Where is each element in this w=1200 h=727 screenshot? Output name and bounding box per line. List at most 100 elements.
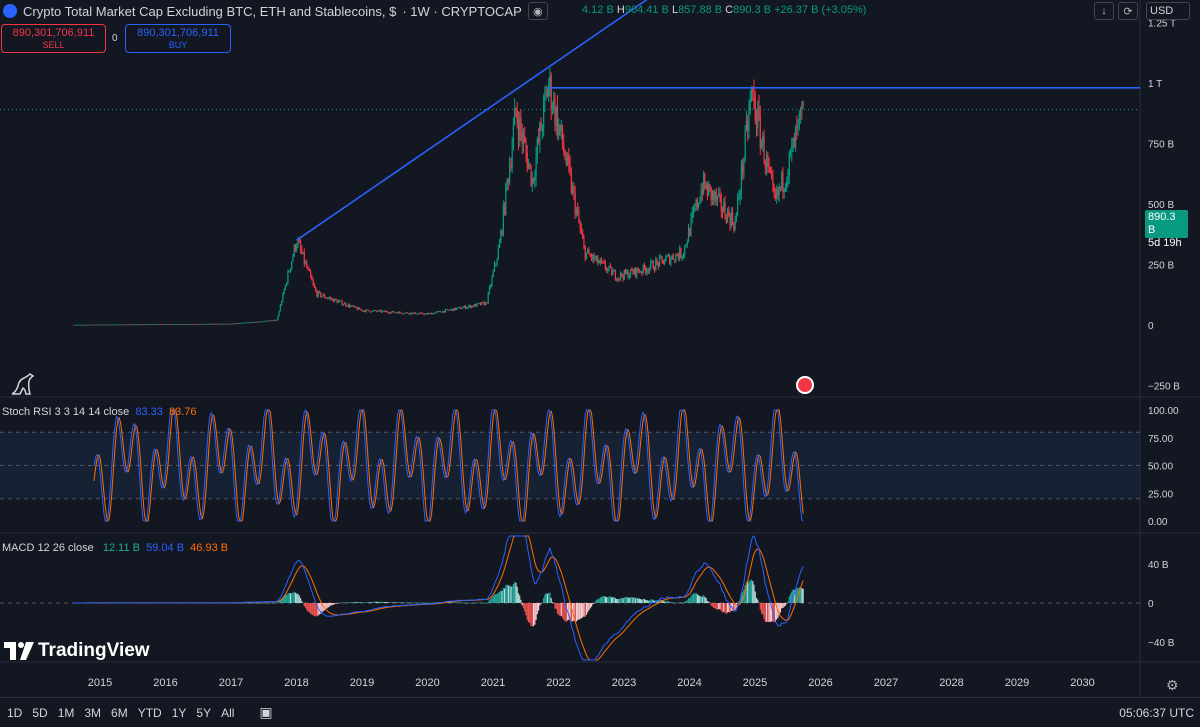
- candle-body: [525, 142, 527, 153]
- candle-body: [273, 320, 275, 321]
- candle-body: [404, 312, 406, 314]
- candle-body: [744, 129, 746, 159]
- candle-body: [506, 180, 508, 184]
- range-all[interactable]: All: [216, 706, 239, 720]
- candle-body: [160, 324, 162, 325]
- sell-button[interactable]: 890,301,706,911 SELL: [1, 24, 106, 53]
- range-1d[interactable]: 1D: [2, 706, 27, 720]
- refresh-icon[interactable]: ⟳: [1118, 2, 1138, 20]
- macd-histogram-bar: [372, 601, 375, 603]
- macd-histogram-bar: [641, 599, 643, 603]
- range-5d[interactable]: 5D: [27, 706, 52, 720]
- us-flag-icon[interactable]: [796, 376, 814, 394]
- macd-histogram-bar: [379, 601, 381, 603]
- calendar-range-icon[interactable]: ▣: [259, 704, 272, 721]
- candle-body: [478, 303, 480, 304]
- candle-body: [393, 311, 395, 313]
- candle-body: [351, 305, 353, 307]
- utc-clock[interactable]: 05:06:37 UTC: [1119, 706, 1194, 720]
- candle-body: [692, 209, 695, 214]
- candle-body: [632, 271, 634, 274]
- macd-tick-label: 0: [1148, 599, 1154, 610]
- macd-histogram-bar: [399, 602, 401, 603]
- y-tick-label: 1.25 T: [1148, 19, 1176, 30]
- candle-body: [113, 324, 115, 326]
- buy-button[interactable]: 890,301,706,911 BUY: [125, 24, 231, 53]
- range-3m[interactable]: 3M: [79, 706, 106, 720]
- candle-body: [366, 309, 368, 311]
- macd-histogram-bar: [417, 602, 419, 604]
- macd-histogram-bar: [361, 602, 363, 604]
- candle-body: [307, 267, 309, 269]
- macd-histogram-bar: [304, 603, 307, 609]
- macd-legend[interactable]: MACD 12 26 close 12.11 B 59.04 B 46.93 B: [2, 542, 228, 554]
- macd-histogram-bar: [332, 603, 334, 605]
- x-tick-label: 2025: [743, 677, 767, 689]
- macd-histogram-bar: [700, 595, 702, 603]
- candle-body: [765, 155, 768, 168]
- candle-body: [413, 312, 415, 314]
- candle-body: [328, 297, 331, 299]
- candle-body: [369, 310, 371, 312]
- symbol-title[interactable]: Crypto Total Market Cap Excluding BTC, E…: [23, 4, 396, 19]
- chart-canvas[interactable]: 1.25 T1 T750 B500 B250 B0−250 B100.0075.…: [0, 0, 1200, 727]
- x-tick-label: 2026: [808, 677, 832, 689]
- range-5y[interactable]: 5Y: [191, 706, 216, 720]
- candle-body: [733, 223, 735, 230]
- candle-body: [684, 245, 686, 255]
- range-6m[interactable]: 6M: [106, 706, 133, 720]
- macd-histogram-bar: [695, 592, 697, 603]
- stoch-rsi-legend[interactable]: Stoch RSI 3 3 14 14 close 83.33 83.76: [2, 406, 197, 418]
- macd-histogram-bar: [250, 602, 253, 604]
- macd-histogram-bar: [495, 593, 497, 603]
- candle-body: [541, 130, 543, 131]
- eye-icon[interactable]: ◉: [527, 2, 548, 20]
- candle-body: [422, 312, 424, 315]
- x-tick-label: 2024: [677, 677, 701, 689]
- macd-histogram-bar: [344, 602, 346, 603]
- macd-histogram-bar: [525, 603, 527, 616]
- macd-histogram-bar: [755, 597, 758, 603]
- macd-histogram-bar: [663, 601, 666, 603]
- range-ytd[interactable]: YTD: [133, 706, 167, 720]
- macd-histogram-bar: [629, 597, 632, 603]
- candle-body: [238, 323, 240, 325]
- candle-body: [182, 324, 184, 325]
- candle-body: [264, 320, 266, 322]
- candle-body: [384, 310, 386, 312]
- candle-body: [709, 184, 711, 187]
- macd-histogram-bar: [269, 602, 271, 604]
- candle-body: [569, 163, 571, 172]
- candle-body: [624, 270, 627, 274]
- candle-body: [341, 300, 343, 305]
- x-tick-label: 2015: [88, 677, 112, 689]
- candle-body: [640, 271, 642, 273]
- macd-histogram-bar: [548, 593, 550, 603]
- macd-histogram-bar: [429, 602, 431, 604]
- macd-histogram-bar: [408, 602, 410, 604]
- range-1m[interactable]: 1M: [53, 706, 80, 720]
- macd-histogram-bar: [294, 592, 297, 603]
- down-arrow-icon[interactable]: ↓: [1094, 2, 1114, 20]
- candle-body: [312, 280, 314, 284]
- candle-body: [643, 264, 646, 269]
- candle-body: [283, 289, 285, 294]
- candle-body: [577, 209, 579, 212]
- candle-body: [209, 323, 211, 325]
- candle-body: [763, 136, 765, 164]
- candle-body: [336, 300, 338, 303]
- macd-histogram-bar: [515, 582, 517, 603]
- range-1y[interactable]: 1Y: [167, 706, 192, 720]
- candle-body: [645, 268, 647, 273]
- macd-histogram-bar: [406, 602, 409, 604]
- macd-histogram-bar: [612, 597, 614, 603]
- timeframe-label[interactable]: · 1W · CRYPTOCAP: [402, 4, 521, 19]
- candle-body: [315, 287, 317, 292]
- macd-histogram-bar: [708, 601, 710, 603]
- candle-body: [191, 323, 193, 325]
- candle-body: [362, 310, 365, 312]
- macd-histogram-bar: [430, 602, 433, 604]
- currency-select[interactable]: USD: [1146, 2, 1190, 20]
- candle-body: [446, 309, 448, 311]
- settings-gear-icon[interactable]: ⚙: [1166, 677, 1179, 694]
